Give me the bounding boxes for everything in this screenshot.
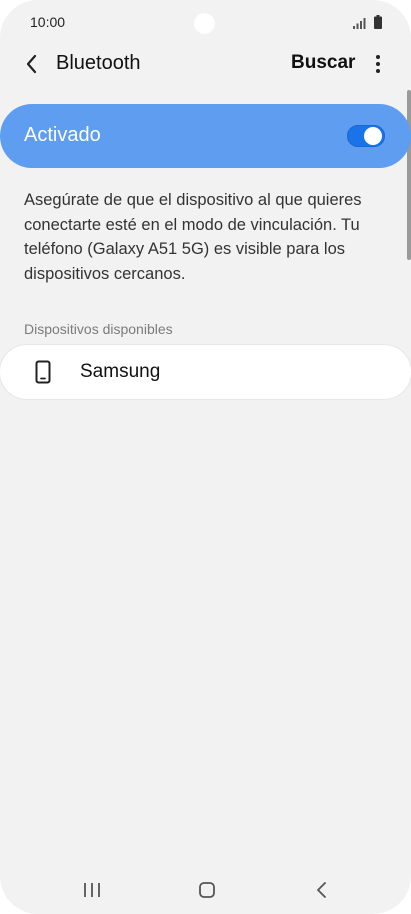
device-name: Samsung	[80, 361, 161, 382]
more-vertical-icon	[376, 55, 380, 73]
toggle-label: Activado	[24, 124, 101, 146]
page-title: Bluetooth	[56, 52, 141, 74]
signal-icon	[353, 18, 366, 29]
back-icon[interactable]	[310, 879, 334, 901]
navigation-bar	[0, 866, 411, 914]
chevron-left-icon	[26, 54, 37, 74]
bluetooth-master-toggle[interactable]: Activado	[0, 104, 411, 168]
recents-icon[interactable]	[80, 879, 104, 901]
app-header: Bluetooth Buscar	[0, 44, 411, 84]
battery-icon	[374, 15, 382, 29]
search-button[interactable]: Buscar	[291, 52, 355, 74]
device-item-samsung[interactable]: Samsung	[0, 345, 411, 399]
scrollbar[interactable]	[407, 90, 411, 260]
status-time: 10:00	[30, 14, 66, 30]
section-header-available-devices: Dispositivos disponibles	[24, 321, 173, 337]
status-bar: 10:00	[0, 0, 411, 46]
bluetooth-switch[interactable]	[347, 125, 385, 147]
switch-knob	[364, 127, 382, 145]
camera-cutout	[194, 13, 215, 34]
phone-screen: 10:00 Bluetooth Buscar Activado Asegúrat…	[0, 0, 411, 914]
visibility-description: Asegúrate de que el dispositivo al que q…	[24, 191, 362, 283]
home-icon[interactable]	[195, 879, 219, 901]
back-button[interactable]	[18, 50, 46, 78]
phone-icon	[35, 360, 51, 384]
more-options-button[interactable]	[368, 50, 388, 78]
